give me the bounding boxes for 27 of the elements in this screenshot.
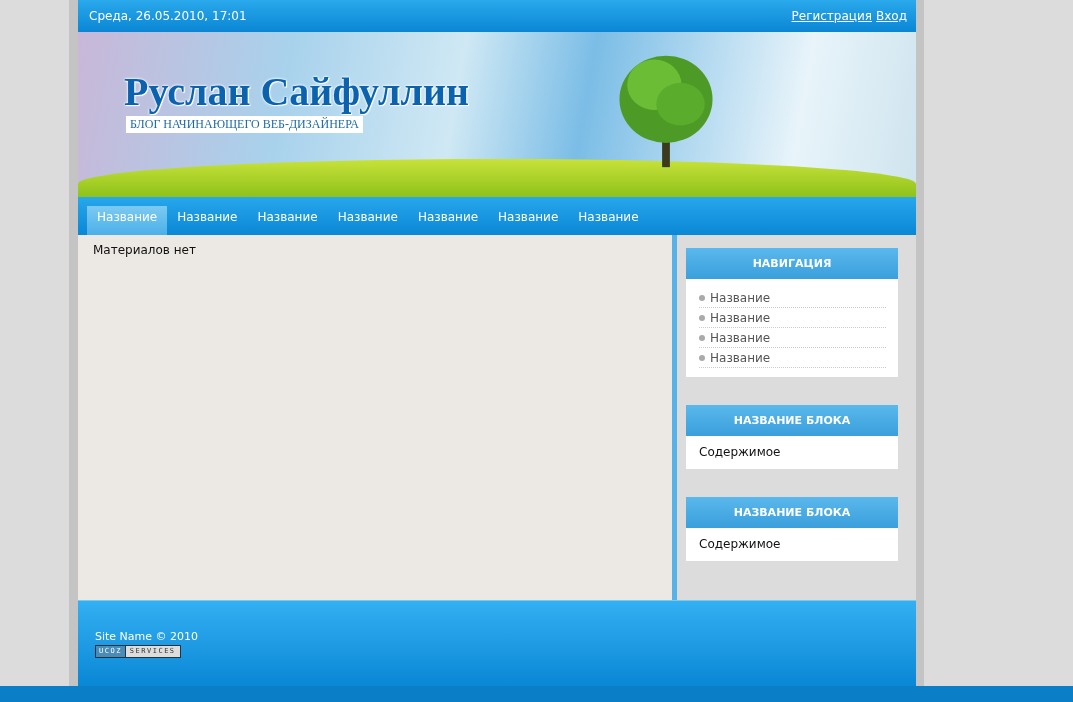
bullet-icon <box>699 355 705 361</box>
empty-message: Материалов нет <box>93 243 196 257</box>
block-content: Содержимое <box>699 445 782 460</box>
block-title: НАВИГАЦИЯ <box>686 248 898 279</box>
bullet-icon <box>699 315 705 321</box>
menu-item[interactable]: Название <box>167 206 248 235</box>
menu-item[interactable]: Название <box>87 206 168 235</box>
bullet-icon <box>699 295 705 301</box>
nav-link[interactable]: Название <box>710 291 771 305</box>
site-tagline: БЛОГ НАЧИНАЮЩЕГО ВЕБ-ДИЗАЙНЕРА <box>126 116 363 133</box>
nav-link[interactable]: Название <box>710 311 771 325</box>
copyright-text: Site Name © 2010 <box>95 629 199 643</box>
top-link[interactable]: Регистрация <box>791 9 872 23</box>
block-title: НАЗВАНИЕ БЛОКА <box>686 497 898 528</box>
block-title: НАЗВАНИЕ БЛОКА <box>686 405 898 436</box>
menu-item[interactable]: Название <box>488 206 569 235</box>
date-text: Среда, 26.05.2010, 17:01 <box>89 9 247 23</box>
menu-item[interactable]: Название <box>247 206 328 235</box>
nav-link[interactable]: Название <box>710 331 771 345</box>
top-link[interactable]: Вход <box>876 9 907 23</box>
block-content: Содержимое <box>699 537 782 552</box>
bullet-icon <box>699 335 705 341</box>
menu-item[interactable]: Название <box>568 206 649 235</box>
site-title: Руслан Сайфуллин <box>124 68 470 116</box>
menu-item[interactable]: Название <box>407 206 489 235</box>
nav-link[interactable]: Название <box>710 351 771 365</box>
menu-item[interactable]: Название <box>327 206 408 235</box>
